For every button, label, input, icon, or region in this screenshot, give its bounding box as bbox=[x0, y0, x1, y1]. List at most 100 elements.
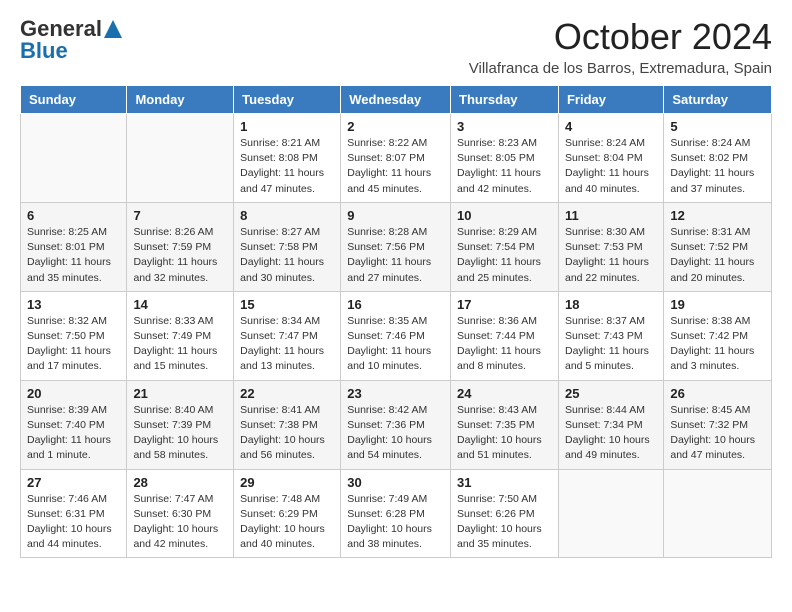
day-info: Sunrise: 8:37 AM Sunset: 7:43 PM Dayligh… bbox=[565, 314, 657, 375]
day-info: Sunrise: 7:50 AM Sunset: 6:26 PM Dayligh… bbox=[457, 492, 552, 553]
calendar-header-cell: Saturday bbox=[664, 86, 772, 114]
day-number: 1 bbox=[240, 119, 334, 134]
calendar-cell: 27 Sunrise: 7:46 AM Sunset: 6:31 PM Dayli… bbox=[21, 469, 127, 558]
calendar-table: SundayMondayTuesdayWednesdayThursdayFrid… bbox=[20, 85, 772, 558]
calendar-header-cell: Wednesday bbox=[341, 86, 451, 114]
calendar-cell: 16 Sunrise: 8:35 AM Sunset: 7:46 PM Dayli… bbox=[341, 291, 451, 380]
day-number: 28 bbox=[133, 475, 227, 490]
day-info: Sunrise: 8:33 AM Sunset: 7:49 PM Dayligh… bbox=[133, 314, 227, 375]
calendar-cell: 28 Sunrise: 7:47 AM Sunset: 6:30 PM Dayli… bbox=[127, 469, 234, 558]
calendar-header-cell: Sunday bbox=[21, 86, 127, 114]
day-number: 13 bbox=[27, 297, 120, 312]
day-number: 16 bbox=[347, 297, 444, 312]
day-number: 5 bbox=[670, 119, 765, 134]
calendar-cell: 23 Sunrise: 8:42 AM Sunset: 7:36 PM Dayli… bbox=[341, 380, 451, 469]
day-number: 31 bbox=[457, 475, 552, 490]
logo-triangle-icon bbox=[104, 20, 122, 38]
day-info: Sunrise: 8:35 AM Sunset: 7:46 PM Dayligh… bbox=[347, 314, 444, 375]
calendar-cell: 17 Sunrise: 8:36 AM Sunset: 7:44 PM Dayli… bbox=[451, 291, 559, 380]
calendar-header-cell: Tuesday bbox=[234, 86, 341, 114]
day-info: Sunrise: 8:27 AM Sunset: 7:58 PM Dayligh… bbox=[240, 225, 334, 286]
calendar-cell: 19Sunrise: 8:38 AM Sunset: 7:42 PM Dayli… bbox=[664, 291, 772, 380]
calendar-cell: 22 Sunrise: 8:41 AM Sunset: 7:38 PM Dayli… bbox=[234, 380, 341, 469]
month-title: October 2024 bbox=[469, 16, 772, 58]
day-number: 19 bbox=[670, 297, 765, 312]
title-block: October 2024 Villafranca de los Barros, … bbox=[469, 16, 772, 77]
calendar-week-row: 27 Sunrise: 7:46 AM Sunset: 6:31 PM Dayli… bbox=[21, 469, 772, 558]
calendar-cell: 31 Sunrise: 7:50 AM Sunset: 6:26 PM Dayli… bbox=[451, 469, 559, 558]
calendar-header-row: SundayMondayTuesdayWednesdayThursdayFrid… bbox=[21, 86, 772, 114]
day-info: Sunrise: 8:36 AM Sunset: 7:44 PM Dayligh… bbox=[457, 314, 552, 375]
calendar-cell: 9Sunrise: 8:28 AM Sunset: 7:56 PM Daylig… bbox=[341, 202, 451, 291]
calendar-cell: 1 Sunrise: 8:21 AM Sunset: 8:08 PM Daylig… bbox=[234, 114, 341, 203]
day-info: Sunrise: 8:45 AM Sunset: 7:32 PM Dayligh… bbox=[670, 403, 765, 464]
calendar-cell: 10Sunrise: 8:29 AM Sunset: 7:54 PM Dayli… bbox=[451, 202, 559, 291]
day-number: 23 bbox=[347, 386, 444, 401]
calendar-cell: 25 Sunrise: 8:44 AM Sunset: 7:34 PM Dayli… bbox=[558, 380, 663, 469]
calendar-cell: 26 Sunrise: 8:45 AM Sunset: 7:32 PM Dayli… bbox=[664, 380, 772, 469]
calendar-cell: 4 Sunrise: 8:24 AM Sunset: 8:04 PM Daylig… bbox=[558, 114, 663, 203]
day-info: Sunrise: 7:47 AM Sunset: 6:30 PM Dayligh… bbox=[133, 492, 227, 553]
calendar-cell: 6 Sunrise: 8:25 AM Sunset: 8:01 PM Daylig… bbox=[21, 202, 127, 291]
calendar-cell: 3 Sunrise: 8:23 AM Sunset: 8:05 PM Daylig… bbox=[451, 114, 559, 203]
day-info: Sunrise: 8:43 AM Sunset: 7:35 PM Dayligh… bbox=[457, 403, 552, 464]
day-info: Sunrise: 8:42 AM Sunset: 7:36 PM Dayligh… bbox=[347, 403, 444, 464]
day-number: 11 bbox=[565, 208, 657, 223]
calendar-cell: 11 Sunrise: 8:30 AM Sunset: 7:53 PM Dayli… bbox=[558, 202, 663, 291]
day-number: 22 bbox=[240, 386, 334, 401]
calendar-body: 1 Sunrise: 8:21 AM Sunset: 8:08 PM Daylig… bbox=[21, 114, 772, 558]
calendar-week-row: 20 Sunrise: 8:39 AM Sunset: 7:40 PM Dayli… bbox=[21, 380, 772, 469]
calendar-header-cell: Friday bbox=[558, 86, 663, 114]
calendar-header: SundayMondayTuesdayWednesdayThursdayFrid… bbox=[21, 86, 772, 114]
day-info: Sunrise: 8:41 AM Sunset: 7:38 PM Dayligh… bbox=[240, 403, 334, 464]
day-number: 24 bbox=[457, 386, 552, 401]
day-info: Sunrise: 8:24 AM Sunset: 8:02 PM Dayligh… bbox=[670, 136, 765, 197]
day-number: 15 bbox=[240, 297, 334, 312]
day-info: Sunrise: 8:24 AM Sunset: 8:04 PM Dayligh… bbox=[565, 136, 657, 197]
calendar-cell: 14Sunrise: 8:33 AM Sunset: 7:49 PM Dayli… bbox=[127, 291, 234, 380]
day-number: 9 bbox=[347, 208, 444, 223]
calendar-header-cell: Thursday bbox=[451, 86, 559, 114]
day-number: 26 bbox=[670, 386, 765, 401]
calendar-cell: 15 Sunrise: 8:34 AM Sunset: 7:47 PM Dayli… bbox=[234, 291, 341, 380]
day-info: Sunrise: 8:22 AM Sunset: 8:07 PM Dayligh… bbox=[347, 136, 444, 197]
logo: General Blue bbox=[20, 16, 122, 64]
calendar-week-row: 6 Sunrise: 8:25 AM Sunset: 8:01 PM Daylig… bbox=[21, 202, 772, 291]
day-info: Sunrise: 8:44 AM Sunset: 7:34 PM Dayligh… bbox=[565, 403, 657, 464]
calendar-cell bbox=[21, 114, 127, 203]
day-info: Sunrise: 8:29 AM Sunset: 7:54 PM Dayligh… bbox=[457, 225, 552, 286]
calendar-cell bbox=[664, 469, 772, 558]
calendar-cell: 7 Sunrise: 8:26 AM Sunset: 7:59 PM Daylig… bbox=[127, 202, 234, 291]
day-info: Sunrise: 8:34 AM Sunset: 7:47 PM Dayligh… bbox=[240, 314, 334, 375]
calendar-week-row: 1 Sunrise: 8:21 AM Sunset: 8:08 PM Daylig… bbox=[21, 114, 772, 203]
calendar-cell: 30Sunrise: 7:49 AM Sunset: 6:28 PM Dayli… bbox=[341, 469, 451, 558]
calendar-cell bbox=[127, 114, 234, 203]
location-subtitle: Villafranca de los Barros, Extremadura, … bbox=[469, 60, 772, 77]
day-number: 17 bbox=[457, 297, 552, 312]
day-number: 12 bbox=[670, 208, 765, 223]
page-header: General Blue October 2024 Villafranca de… bbox=[20, 16, 772, 77]
day-info: Sunrise: 8:25 AM Sunset: 8:01 PM Dayligh… bbox=[27, 225, 120, 286]
day-number: 27 bbox=[27, 475, 120, 490]
calendar-cell: 29Sunrise: 7:48 AM Sunset: 6:29 PM Dayli… bbox=[234, 469, 341, 558]
day-number: 25 bbox=[565, 386, 657, 401]
day-number: 3 bbox=[457, 119, 552, 134]
day-number: 6 bbox=[27, 208, 120, 223]
day-info: Sunrise: 8:30 AM Sunset: 7:53 PM Dayligh… bbox=[565, 225, 657, 286]
day-info: Sunrise: 8:40 AM Sunset: 7:39 PM Dayligh… bbox=[133, 403, 227, 464]
day-number: 20 bbox=[27, 386, 120, 401]
day-info: Sunrise: 8:26 AM Sunset: 7:59 PM Dayligh… bbox=[133, 225, 227, 286]
day-info: Sunrise: 8:31 AM Sunset: 7:52 PM Dayligh… bbox=[670, 225, 765, 286]
calendar-cell: 13Sunrise: 8:32 AM Sunset: 7:50 PM Dayli… bbox=[21, 291, 127, 380]
day-number: 4 bbox=[565, 119, 657, 134]
calendar-cell: 12 Sunrise: 8:31 AM Sunset: 7:52 PM Dayli… bbox=[664, 202, 772, 291]
calendar-cell: 2Sunrise: 8:22 AM Sunset: 8:07 PM Daylig… bbox=[341, 114, 451, 203]
calendar-cell bbox=[558, 469, 663, 558]
day-number: 7 bbox=[133, 208, 227, 223]
day-info: Sunrise: 8:23 AM Sunset: 8:05 PM Dayligh… bbox=[457, 136, 552, 197]
day-number: 18 bbox=[565, 297, 657, 312]
day-info: Sunrise: 8:39 AM Sunset: 7:40 PM Dayligh… bbox=[27, 403, 120, 464]
day-info: Sunrise: 8:21 AM Sunset: 8:08 PM Dayligh… bbox=[240, 136, 334, 197]
day-info: Sunrise: 7:46 AM Sunset: 6:31 PM Dayligh… bbox=[27, 492, 120, 553]
calendar-cell: 21Sunrise: 8:40 AM Sunset: 7:39 PM Dayli… bbox=[127, 380, 234, 469]
